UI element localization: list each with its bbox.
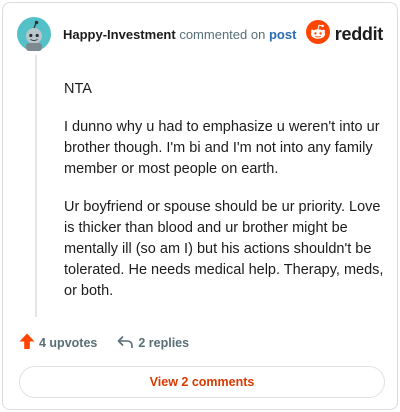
comment-header: Happy-Investment commented on post reddi xyxy=(17,17,383,53)
upvote-button[interactable]: 4 upvotes xyxy=(19,333,97,353)
comment-body: NTA I dunno why u had to emphasize u wer… xyxy=(64,79,384,319)
reddit-brand[interactable]: reddit xyxy=(305,19,384,49)
comment-paragraph: NTA xyxy=(64,81,92,97)
upvote-arrow-icon xyxy=(19,333,39,353)
view-comments-button[interactable]: View 2 comments xyxy=(19,366,385,398)
reply-arrow-icon xyxy=(117,335,138,352)
reddit-wordmark: reddit xyxy=(334,23,384,44)
thread-line[interactable] xyxy=(35,55,37,317)
comment-paragraph: Ur boyfriend or spouse should be ur prio… xyxy=(64,199,384,299)
post-link[interactable]: post xyxy=(269,27,296,42)
action-text: commented on xyxy=(179,27,266,42)
comment-meta: Happy-Investment commented on post xyxy=(63,27,296,42)
username-link[interactable]: Happy-Investment xyxy=(63,27,176,42)
snoo-avatar-icon[interactable] xyxy=(17,17,51,51)
reddit-logo-icon xyxy=(305,19,330,49)
comment-card: Happy-Investment commented on post reddi xyxy=(2,2,398,410)
comment-paragraph: I dunno why u had to emphasize u weren't… xyxy=(64,119,380,177)
replies-button[interactable]: 2 replies xyxy=(117,335,189,352)
comment-actions: 4 upvotes 2 replies xyxy=(19,333,189,353)
upvote-count: 4 upvotes xyxy=(39,336,98,350)
replies-count: 2 replies xyxy=(138,336,190,350)
